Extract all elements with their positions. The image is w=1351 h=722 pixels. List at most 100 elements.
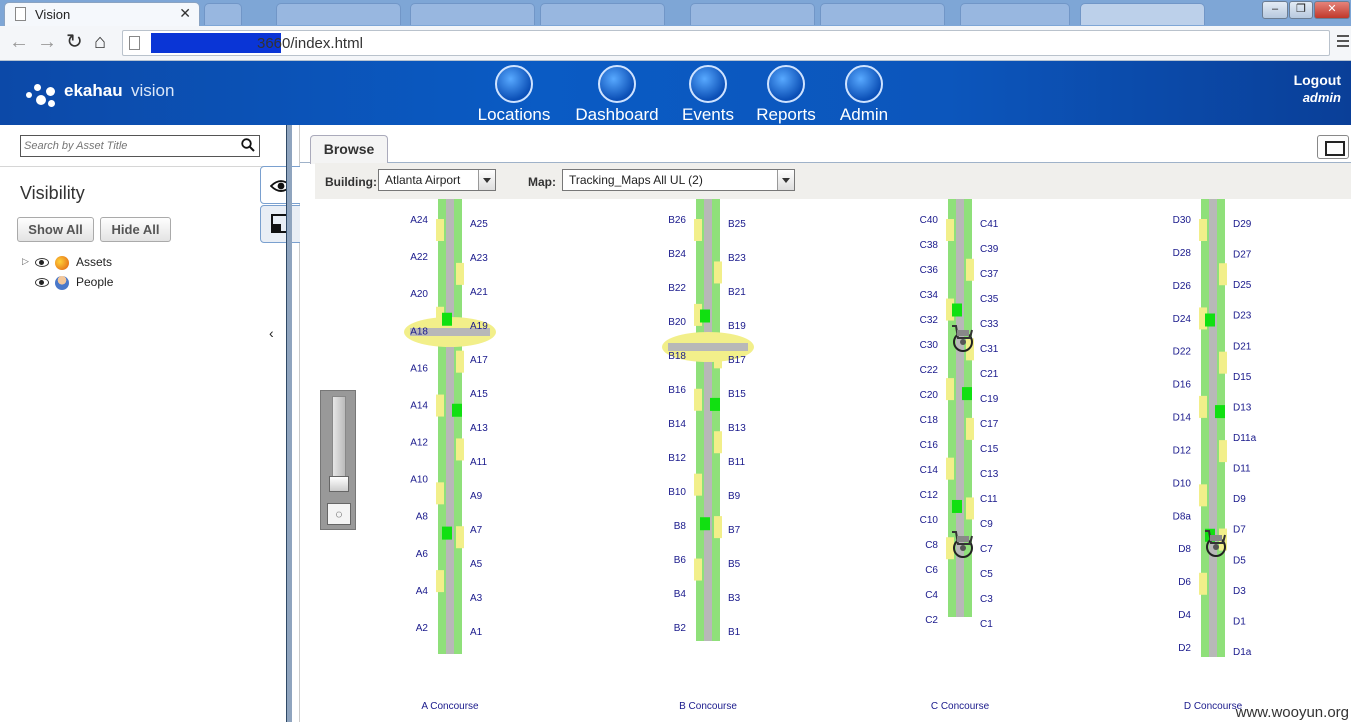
- gate-label: A13: [470, 423, 488, 434]
- gate-label: B13: [728, 423, 746, 434]
- hide-all-button[interactable]: Hide All: [100, 217, 171, 242]
- gate-label: C12: [920, 490, 939, 501]
- active-zone: [700, 517, 710, 531]
- close-window-button[interactable]: ✕: [1314, 1, 1350, 19]
- gate-label: C2: [925, 615, 938, 626]
- eye-icon[interactable]: [35, 258, 49, 267]
- person-icon: [55, 276, 69, 290]
- report-chart-icon: [767, 65, 805, 103]
- browser-tab-title: Vision: [35, 7, 71, 22]
- chair-seat: [957, 330, 969, 336]
- visibility-tab[interactable]: [260, 166, 301, 204]
- chair-seat: [1210, 535, 1222, 541]
- fullscreen-button[interactable]: [1317, 135, 1349, 159]
- gate-label: B17: [728, 355, 746, 366]
- user-box: Logout admin: [1294, 72, 1341, 105]
- collapse-sidebar-icon[interactable]: ‹: [269, 325, 274, 341]
- browser-tab-background[interactable]: [960, 3, 1070, 25]
- gate-label: A10: [410, 475, 428, 486]
- gate-label: B5: [728, 559, 741, 570]
- minimize-window-button[interactable]: –: [1262, 1, 1288, 19]
- layers-tab[interactable]: [260, 205, 301, 243]
- expand-arrow-icon[interactable]: ▷: [22, 256, 29, 267]
- browser-tab-background[interactable]: [690, 3, 815, 25]
- watermark: www.wooyun.org: [1235, 704, 1349, 721]
- show-all-button[interactable]: Show All: [17, 217, 94, 242]
- active-zone: [442, 526, 452, 540]
- gate-label: D1: [1233, 616, 1246, 627]
- maximize-window-button[interactable]: ❐: [1289, 1, 1313, 19]
- gate-label: A6: [416, 549, 429, 560]
- search-icon[interactable]: [241, 138, 255, 152]
- gate-label: D2: [1178, 643, 1191, 654]
- gate-label: B14: [668, 419, 686, 430]
- gate-label: B26: [668, 215, 686, 226]
- browser-tab-background[interactable]: [820, 3, 945, 25]
- main-tabbar: Browse: [300, 125, 1351, 164]
- sidebar-tabs: [260, 166, 301, 246]
- close-tab-icon[interactable]: ✕: [179, 5, 191, 22]
- asset-search-input[interactable]: [24, 138, 234, 154]
- gate-zone: [1199, 572, 1207, 595]
- gate-zone: [714, 516, 722, 539]
- gate-label: D8: [1178, 544, 1191, 555]
- chevron-down-icon: [478, 170, 495, 190]
- gauge-icon: [598, 65, 636, 103]
- back-arrow-icon[interactable]: ←: [9, 32, 29, 52]
- active-zone: [962, 387, 972, 401]
- browser-tab-vision[interactable]: Vision ✕: [4, 2, 200, 26]
- sidebar-splitter[interactable]: [286, 125, 292, 722]
- browser-menu-icon[interactable]: [1337, 35, 1349, 49]
- gate-label: C40: [920, 215, 939, 226]
- gate-zone: [694, 558, 702, 581]
- logout-link[interactable]: Logout: [1294, 72, 1341, 88]
- gate-zone: [966, 497, 974, 520]
- tab-browse[interactable]: Browse: [310, 135, 388, 164]
- browser-tab-background[interactable]: [540, 3, 665, 25]
- gate-label: D27: [1233, 250, 1252, 261]
- concourse-title: A Concourse: [421, 701, 479, 712]
- gate-label: C1: [980, 619, 993, 630]
- nav-events[interactable]: Events: [678, 65, 738, 125]
- gate-label: B16: [668, 385, 686, 396]
- nav-admin[interactable]: Admin: [835, 65, 893, 125]
- zoom-reset-icon[interactable]: ◌: [327, 503, 351, 525]
- gate-label: D5: [1233, 555, 1246, 566]
- gate-label: A3: [470, 593, 483, 604]
- gate-label: C30: [920, 340, 939, 351]
- building-select[interactable]: Atlanta Airport: [378, 169, 496, 191]
- gate-label: C17: [980, 419, 999, 430]
- gate-label: B20: [668, 317, 686, 328]
- browser-tab-background[interactable]: [410, 3, 535, 25]
- map-filter-bar: Building: Atlanta Airport Map: Tracking_…: [315, 163, 1351, 199]
- nav-reports[interactable]: Reports: [753, 65, 819, 125]
- map-select[interactable]: Tracking_Maps All UL (2): [562, 169, 795, 191]
- nav-locations[interactable]: Locations: [474, 65, 554, 125]
- eye-icon[interactable]: [35, 278, 49, 287]
- browser-tab-background[interactable]: [276, 3, 401, 25]
- gate-label: D4: [1178, 610, 1191, 621]
- floor-map[interactable]: A24 A22 A20 A18 A16 A14 A12 A10 A8 A6 A4 A2 A25 A23 A2…: [315, 199, 1351, 722]
- gate-label: B10: [668, 487, 686, 498]
- zoom-slider-handle[interactable]: [329, 476, 349, 492]
- gate-label: C3: [980, 594, 993, 605]
- reload-icon[interactable]: ↻: [66, 32, 83, 52]
- forward-arrow-icon[interactable]: →: [37, 32, 57, 52]
- map-label: Map:: [528, 175, 556, 189]
- gate-label: C36: [920, 265, 939, 276]
- browser-tab-background[interactable]: [1080, 3, 1205, 25]
- address-bar[interactable]: 3660/index.html: [122, 30, 1330, 56]
- gate-label: B2: [674, 623, 687, 634]
- gate-zone: [456, 438, 464, 461]
- gate-zone: [1219, 440, 1227, 463]
- gate-zone: [1199, 219, 1207, 241]
- new-tab-button[interactable]: [204, 3, 242, 25]
- wheel-hub: [960, 545, 966, 551]
- home-icon[interactable]: ⌂: [94, 32, 106, 52]
- gate-label: D9: [1233, 494, 1246, 505]
- gate-label: A14: [410, 400, 428, 411]
- active-zone: [952, 303, 962, 317]
- gate-label: D10: [1173, 478, 1192, 489]
- gate-label: C13: [980, 469, 999, 480]
- nav-dashboard[interactable]: Dashboard: [572, 65, 662, 125]
